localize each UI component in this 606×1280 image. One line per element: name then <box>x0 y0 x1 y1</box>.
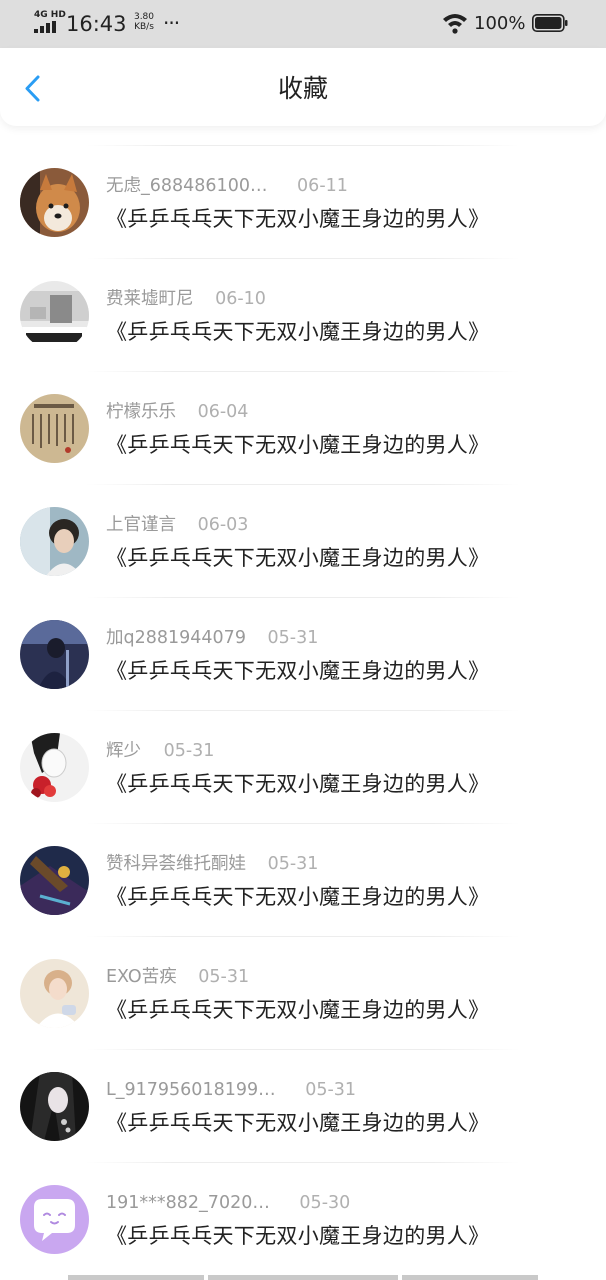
clock: 16:43 <box>66 12 127 36</box>
book-title: 《乒乒乓乓天下无双小魔王身边的男人》 <box>106 772 490 796</box>
divider <box>86 145 520 146</box>
avatar[interactable] <box>20 1072 89 1141</box>
list-item[interactable]: 赞科异荟维托酮娃 05-31 《乒乒乓乓天下无双小魔王身边的男人》 <box>0 812 606 925</box>
book-title: 《乒乒乓乓天下无双小魔王身边的男人》 <box>106 207 490 231</box>
date: 05-31 <box>305 1080 357 1100</box>
avatar[interactable] <box>20 620 89 689</box>
book-title: 《乒乒乓乓天下无双小魔王身边的男人》 <box>106 546 490 570</box>
list-item[interactable]: L_917956018199… 05-31 《乒乒乓乓天下无双小魔王身边的男人》 <box>0 1038 606 1151</box>
date: 06-11 <box>297 176 348 196</box>
book-title: 《乒乒乓乓天下无双小魔王身边的男人》 <box>106 885 490 909</box>
user-name: 191***882_7020… <box>106 1193 270 1213</box>
user-name: L_917956018199… <box>106 1080 276 1100</box>
list-item[interactable]: 无虑_688486100… 06-11 《乒乒乓乓天下无双小魔王身边的男人》 <box>0 134 606 247</box>
battery-percent: 100% <box>474 13 526 34</box>
book-title: 《乒乒乓乓天下无双小魔王身边的男人》 <box>106 1224 490 1248</box>
list-item[interactable]: 柠檬乐乐 06-04 《乒乒乓乓天下无双小魔王身边的男人》 <box>0 360 606 473</box>
user-name: 辉少 <box>106 741 141 761</box>
item-meta: 柠檬乐乐 06-04 <box>106 400 248 424</box>
bottom-bar-edge <box>68 1275 538 1280</box>
item-meta: 上官谨言 06-03 <box>106 513 248 537</box>
item-meta: 辉少 05-31 <box>106 739 214 763</box>
date: 06-04 <box>197 402 249 422</box>
user-name: 无虑_688486100… <box>106 176 268 196</box>
list-item[interactable]: 辉少 05-31 《乒乒乓乓天下无双小魔王身边的男人》 <box>0 699 606 812</box>
date: 05-31 <box>267 628 319 648</box>
list-item[interactable]: 上官谨言 06-03 《乒乒乓乓天下无双小魔王身边的男人》 <box>0 473 606 586</box>
page-title: 收藏 <box>277 74 328 103</box>
list-item[interactable]: 费莱墟町尼 06-10 《乒乒乓乓天下无双小魔王身边的男人》 <box>0 247 606 360</box>
date: 06-03 <box>197 515 249 535</box>
avatar[interactable] <box>20 507 89 576</box>
divider <box>86 823 520 824</box>
user-name: 赞科异荟维托酮娃 <box>106 854 246 874</box>
speed-unit: KB/s <box>134 22 154 32</box>
item-meta: 费莱墟町尼 06-10 <box>106 287 266 311</box>
book-title: 《乒乒乓乓天下无双小魔王身边的男人》 <box>106 433 490 457</box>
item-meta: EXO苦疾 05-31 <box>106 965 249 989</box>
list-item[interactable]: 191***882_7020… 05-30 《乒乒乓乓天下无双小魔王身边的男人》 <box>0 1151 606 1264</box>
avatar[interactable] <box>20 394 89 463</box>
date: 06-10 <box>215 289 266 309</box>
user-name: 上官谨言 <box>106 515 176 535</box>
divider <box>86 484 520 485</box>
item-meta: 赞科异荟维托酮娃 05-31 <box>106 852 318 876</box>
divider <box>86 1162 520 1163</box>
network-type: 4G HD <box>34 10 66 20</box>
item-meta: L_917956018199… 05-31 <box>106 1078 356 1102</box>
book-title: 《乒乒乓乓天下无双小魔王身边的男人》 <box>106 320 490 344</box>
list-item[interactable]: 加q2881944079 05-31 《乒乒乓乓天下无双小魔王身边的男人》 <box>0 586 606 699</box>
avatar[interactable] <box>20 959 89 1028</box>
date: 05-31 <box>267 854 319 874</box>
divider <box>86 597 520 598</box>
user-name: 柠檬乐乐 <box>106 402 176 422</box>
more-notifications-icon: ··· <box>163 11 180 35</box>
chat-bubble-icon <box>20 1185 89 1254</box>
divider <box>86 936 520 937</box>
item-meta: 无虑_688486100… 06-11 <box>106 174 348 198</box>
book-title: 《乒乒乓乓天下无双小魔王身边的男人》 <box>106 998 490 1022</box>
date: 05-30 <box>299 1193 351 1213</box>
item-meta: 191***882_7020… 05-30 <box>106 1191 350 1215</box>
divider <box>86 1049 520 1050</box>
avatar[interactable] <box>20 846 89 915</box>
network-speed: 3.80 KB/s <box>131 12 157 32</box>
signal-icon <box>34 21 60 33</box>
user-name: EXO苦疾 <box>106 967 177 987</box>
status-bar: 4G HD 16:43 3.80 KB/s ··· 100% <box>0 0 606 48</box>
avatar[interactable] <box>20 1185 89 1254</box>
battery-icon <box>532 14 568 32</box>
avatar[interactable] <box>20 168 89 237</box>
user-name: 加q2881944079 <box>106 628 246 648</box>
date: 05-31 <box>163 741 215 761</box>
speed-value: 3.80 <box>133 12 155 22</box>
book-title: 《乒乒乓乓天下无双小魔王身边的男人》 <box>106 659 490 683</box>
list-item[interactable]: EXO苦疾 05-31 《乒乒乓乓天下无双小魔王身边的男人》 <box>0 925 606 1038</box>
divider <box>86 710 520 711</box>
user-name: 费莱墟町尼 <box>106 289 194 309</box>
date: 05-31 <box>198 967 250 987</box>
avatar[interactable] <box>20 733 89 802</box>
wifi-icon <box>443 14 467 34</box>
item-meta: 加q2881944079 05-31 <box>106 626 318 650</box>
nav-bar: 收藏 <box>0 48 606 126</box>
divider <box>86 258 520 259</box>
book-title: 《乒乒乓乓天下无双小魔王身边的男人》 <box>106 1111 490 1135</box>
avatar[interactable] <box>20 281 89 350</box>
divider <box>86 371 520 372</box>
